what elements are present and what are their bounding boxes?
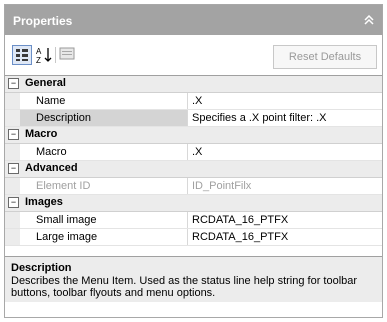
property-row-small-image[interactable]: Small image RCDATA_16_PTFX bbox=[5, 212, 382, 229]
property-row-macro[interactable]: Macro .X bbox=[5, 144, 382, 161]
property-name: Element ID bbox=[20, 178, 188, 194]
collapse-toggle-icon[interactable]: − bbox=[8, 163, 19, 174]
property-name: Small image bbox=[20, 212, 188, 228]
property-name: Description bbox=[20, 110, 188, 126]
sort-az-icon: A Z bbox=[36, 47, 52, 65]
svg-text:Z: Z bbox=[36, 56, 41, 65]
property-name: Large image bbox=[20, 229, 188, 245]
category-macro[interactable]: − Macro bbox=[5, 127, 382, 144]
svg-text:A: A bbox=[36, 47, 42, 56]
category-label: Images bbox=[25, 196, 63, 208]
property-pages-icon bbox=[59, 47, 75, 60]
collapse-toggle-icon[interactable]: − bbox=[8, 129, 19, 140]
property-value[interactable]: Specifies a .X point filter: .X bbox=[189, 110, 382, 126]
property-value[interactable]: .X bbox=[189, 144, 382, 160]
property-name: Name bbox=[20, 93, 188, 109]
panel-title: Properties bbox=[13, 14, 73, 28]
description-text: Describes the Menu Item. Used as the sta… bbox=[11, 275, 358, 299]
toolbar-separator bbox=[55, 47, 56, 63]
categorized-view-button[interactable] bbox=[12, 45, 32, 65]
property-row-element-id: Element ID ID_PointFilx bbox=[5, 178, 382, 195]
property-grid: − General Name .X Description Specifies … bbox=[5, 75, 382, 246]
category-advanced[interactable]: − Advanced bbox=[5, 161, 382, 178]
property-name: Macro bbox=[20, 144, 188, 160]
reset-defaults-button[interactable]: Reset Defaults bbox=[273, 45, 377, 69]
properties-panel: Properties A Z Reset Defaults − General … bbox=[4, 4, 383, 318]
category-images[interactable]: − Images bbox=[5, 195, 382, 212]
collapse-toggle-icon[interactable]: − bbox=[8, 78, 19, 89]
description-pane: Description Describes the Menu Item. Use… bbox=[5, 256, 382, 302]
property-value[interactable]: RCDATA_16_PTFX bbox=[189, 212, 382, 228]
collapse-toggle-icon[interactable]: − bbox=[8, 197, 19, 208]
category-general[interactable]: − General bbox=[5, 76, 382, 93]
panel-titlebar: Properties bbox=[5, 5, 382, 35]
property-row-name[interactable]: Name .X bbox=[5, 93, 382, 110]
double-chevron-up-icon[interactable] bbox=[362, 14, 376, 28]
property-pages-button[interactable] bbox=[58, 45, 78, 65]
property-row-description[interactable]: Description Specifies a .X point filter:… bbox=[5, 110, 382, 127]
alphabetical-view-button[interactable]: A Z bbox=[34, 45, 54, 65]
category-label: Macro bbox=[25, 128, 58, 140]
properties-toolbar: A Z Reset Defaults bbox=[5, 35, 382, 75]
categorized-view-icon bbox=[16, 49, 28, 61]
property-value[interactable]: RCDATA_16_PTFX bbox=[189, 229, 382, 245]
property-value[interactable]: .X bbox=[189, 93, 382, 109]
category-label: Advanced bbox=[25, 162, 78, 174]
property-row-large-image[interactable]: Large image RCDATA_16_PTFX bbox=[5, 229, 382, 246]
property-value: ID_PointFilx bbox=[192, 180, 252, 192]
description-title: Description bbox=[11, 262, 72, 274]
category-label: General bbox=[25, 77, 66, 89]
